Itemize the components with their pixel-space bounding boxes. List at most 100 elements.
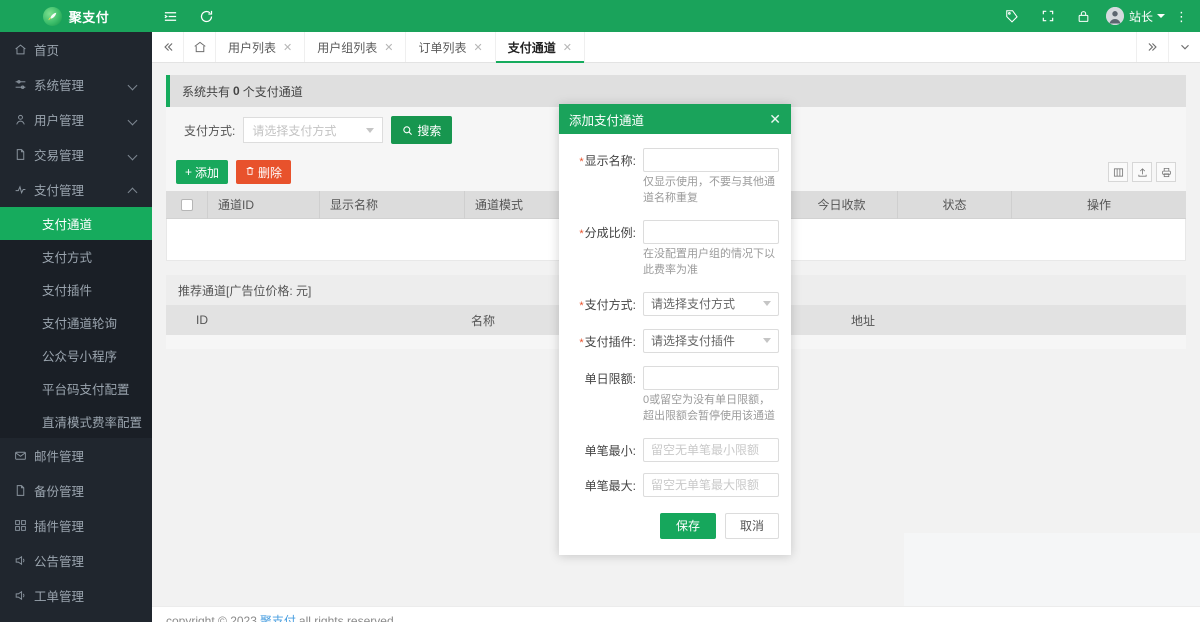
sidebar-subitem-label: 支付方式 (42, 247, 92, 266)
sidebar-subitem-payment-method[interactable]: 支付方式 (0, 240, 152, 273)
sidebar-item-label: 公告管理 (34, 551, 138, 570)
sidebar-item-announcement[interactable]: 公告管理 (0, 543, 152, 578)
sidebar-item-transactions[interactable]: 交易管理 (0, 137, 152, 172)
field-max-amount: 单笔最大: (571, 473, 779, 497)
sidebar-item-payment[interactable]: 支付管理 (0, 172, 152, 207)
columns-icon[interactable] (1108, 162, 1128, 182)
chevron-down-icon[interactable] (1168, 32, 1200, 62)
display-name-input[interactable] (643, 148, 779, 172)
alert-suffix: 个支付通道 (243, 83, 303, 100)
close-icon[interactable]: ✕ (769, 112, 781, 126)
sidebar-item-system[interactable]: 系统管理 (0, 67, 152, 102)
fullscreen-icon[interactable] (1030, 0, 1066, 32)
sidebar-item-plugins[interactable]: 插件管理 (0, 508, 152, 543)
sliders-icon (14, 78, 34, 91)
user-menu[interactable]: 站长 (1102, 7, 1171, 25)
mail-icon (14, 449, 34, 462)
lock-icon[interactable] (1066, 0, 1102, 32)
home-outline-icon[interactable] (184, 32, 216, 62)
sidebar-item-tickets[interactable]: 工单管理 (0, 578, 152, 613)
sidebar-subitem-payment-channel[interactable]: 支付通道 (0, 207, 152, 240)
channel-count-alert: 系统共有 0 个支付通道 (166, 75, 1186, 107)
dialog-body: *显示名称: 仅显示使用，不要与其他通道名称重复 *分成比例: 在没配置用户组的… (559, 134, 791, 503)
search-button[interactable]: 搜索 (391, 116, 452, 144)
sidebar: 首页 系统管理 用户管理 交易管理 支 (0, 32, 152, 622)
ticket-icon (14, 589, 34, 602)
double-chevron-right-icon[interactable] (1136, 32, 1168, 62)
sidebar-item-risk[interactable]: 风控记录 (0, 613, 152, 622)
share-ratio-input[interactable] (643, 220, 779, 244)
filter-label: 支付方式: (184, 122, 235, 139)
daily-limit-input[interactable] (643, 366, 779, 390)
select-all-checkbox[interactable] (181, 199, 193, 211)
chevron-down-icon (128, 115, 138, 125)
tag-icon[interactable] (994, 0, 1030, 32)
sidebar-subitem-label: 支付通道 (42, 214, 92, 233)
add-button[interactable]: + 添加 (176, 160, 228, 184)
payment-submenu: 支付通道 支付方式 支付插件 支付通道轮询 公众号小程序 平台码支付配置 直清模… (0, 207, 152, 438)
payment-method-select-value: 请选择支付方式 (651, 295, 735, 312)
payment-plugin-select[interactable]: 请选择支付插件 (643, 329, 779, 353)
payment-method-select[interactable]: 请选择支付方式 (243, 117, 383, 143)
max-amount-input[interactable] (643, 473, 779, 497)
sidebar-item-users[interactable]: 用户管理 (0, 102, 152, 137)
sidebar-item-home[interactable]: 首页 (0, 32, 152, 67)
toolbar-icon-buttons (1108, 162, 1176, 182)
sidebar-item-label: 插件管理 (34, 516, 138, 535)
alert-count: 0 (233, 84, 240, 98)
sidebar-subitem-label: 支付通道轮询 (42, 313, 117, 332)
spacer-cell (166, 306, 186, 334)
column-header-display-name: 显示名称 (320, 191, 465, 219)
footer-brand-link[interactable]: 聚支付 (260, 612, 296, 622)
tab-user-list[interactable]: 用户列表 ✕ (216, 32, 305, 62)
payment-plugin-select-value: 请选择支付插件 (651, 332, 735, 349)
dialog-footer: 保存 取消 (559, 503, 791, 555)
announce-icon (14, 554, 34, 567)
sidebar-subitem-label: 公众号小程序 (42, 346, 117, 365)
sidebar-subitem-payment-plugin[interactable]: 支付插件 (0, 273, 152, 306)
footer: copyright © 2023 聚支付 all rights reserved… (152, 606, 1200, 622)
cancel-button[interactable]: 取消 (725, 513, 779, 539)
close-icon[interactable]: ✕ (384, 41, 393, 54)
close-icon[interactable]: ✕ (563, 41, 572, 54)
field-hint: 在没配置用户组的情况下以此费率为准 (643, 247, 779, 279)
vertical-dots-icon[interactable]: ⋮ (1171, 10, 1196, 23)
tab-payment-channel[interactable]: 支付通道 ✕ (496, 32, 585, 62)
tab-label: 支付通道 (508, 39, 556, 56)
sidebar-subitem-platform-code[interactable]: 平台码支付配置 (0, 372, 152, 405)
sidebar-item-backup[interactable]: 备份管理 (0, 473, 152, 508)
min-amount-input[interactable] (643, 438, 779, 462)
close-icon[interactable]: ✕ (283, 41, 292, 54)
tab-user-group-list[interactable]: 用户组列表 ✕ (305, 32, 406, 62)
sidebar-subitem-direct-rate[interactable]: 直清模式费率配置 (0, 405, 152, 438)
avatar (1106, 7, 1124, 25)
field-min-amount: 单笔最小: (571, 438, 779, 462)
sidebar-item-mail[interactable]: 邮件管理 (0, 438, 152, 473)
tab-order-list[interactable]: 订单列表 ✕ (406, 32, 495, 62)
sidebar-subitem-payment-polling[interactable]: 支付通道轮询 (0, 306, 152, 339)
sidebar-item-label: 系统管理 (34, 75, 128, 94)
column-header-channel-id: 通道ID (208, 191, 320, 219)
double-chevron-left-icon[interactable] (152, 32, 184, 62)
delete-button[interactable]: 删除 (236, 160, 291, 184)
print-icon[interactable] (1156, 162, 1176, 182)
plugin-icon (14, 519, 34, 532)
required-marker: * (579, 156, 583, 168)
sidebar-subitem-miniprogram[interactable]: 公众号小程序 (0, 339, 152, 372)
file-icon (14, 148, 34, 161)
delete-button-label: 删除 (258, 164, 282, 181)
sidebar-subitem-label: 直清模式费率配置 (42, 412, 142, 431)
close-icon[interactable]: ✕ (473, 41, 482, 54)
payment-method-select[interactable]: 请选择支付方式 (643, 292, 779, 316)
menu-collapse-icon[interactable] (152, 0, 188, 32)
refresh-icon[interactable] (188, 0, 224, 32)
chevron-down-icon (128, 80, 138, 90)
footer-suffix: all rights reserved. (299, 614, 397, 622)
save-button[interactable]: 保存 (660, 513, 716, 539)
sidebar-item-label: 首页 (34, 40, 138, 59)
brand-logo[interactable]: 聚支付 (0, 0, 152, 32)
sidebar-item-label: 工单管理 (34, 586, 138, 605)
home-icon (14, 43, 34, 56)
export-icon[interactable] (1132, 162, 1152, 182)
chevron-up-icon (128, 185, 138, 195)
